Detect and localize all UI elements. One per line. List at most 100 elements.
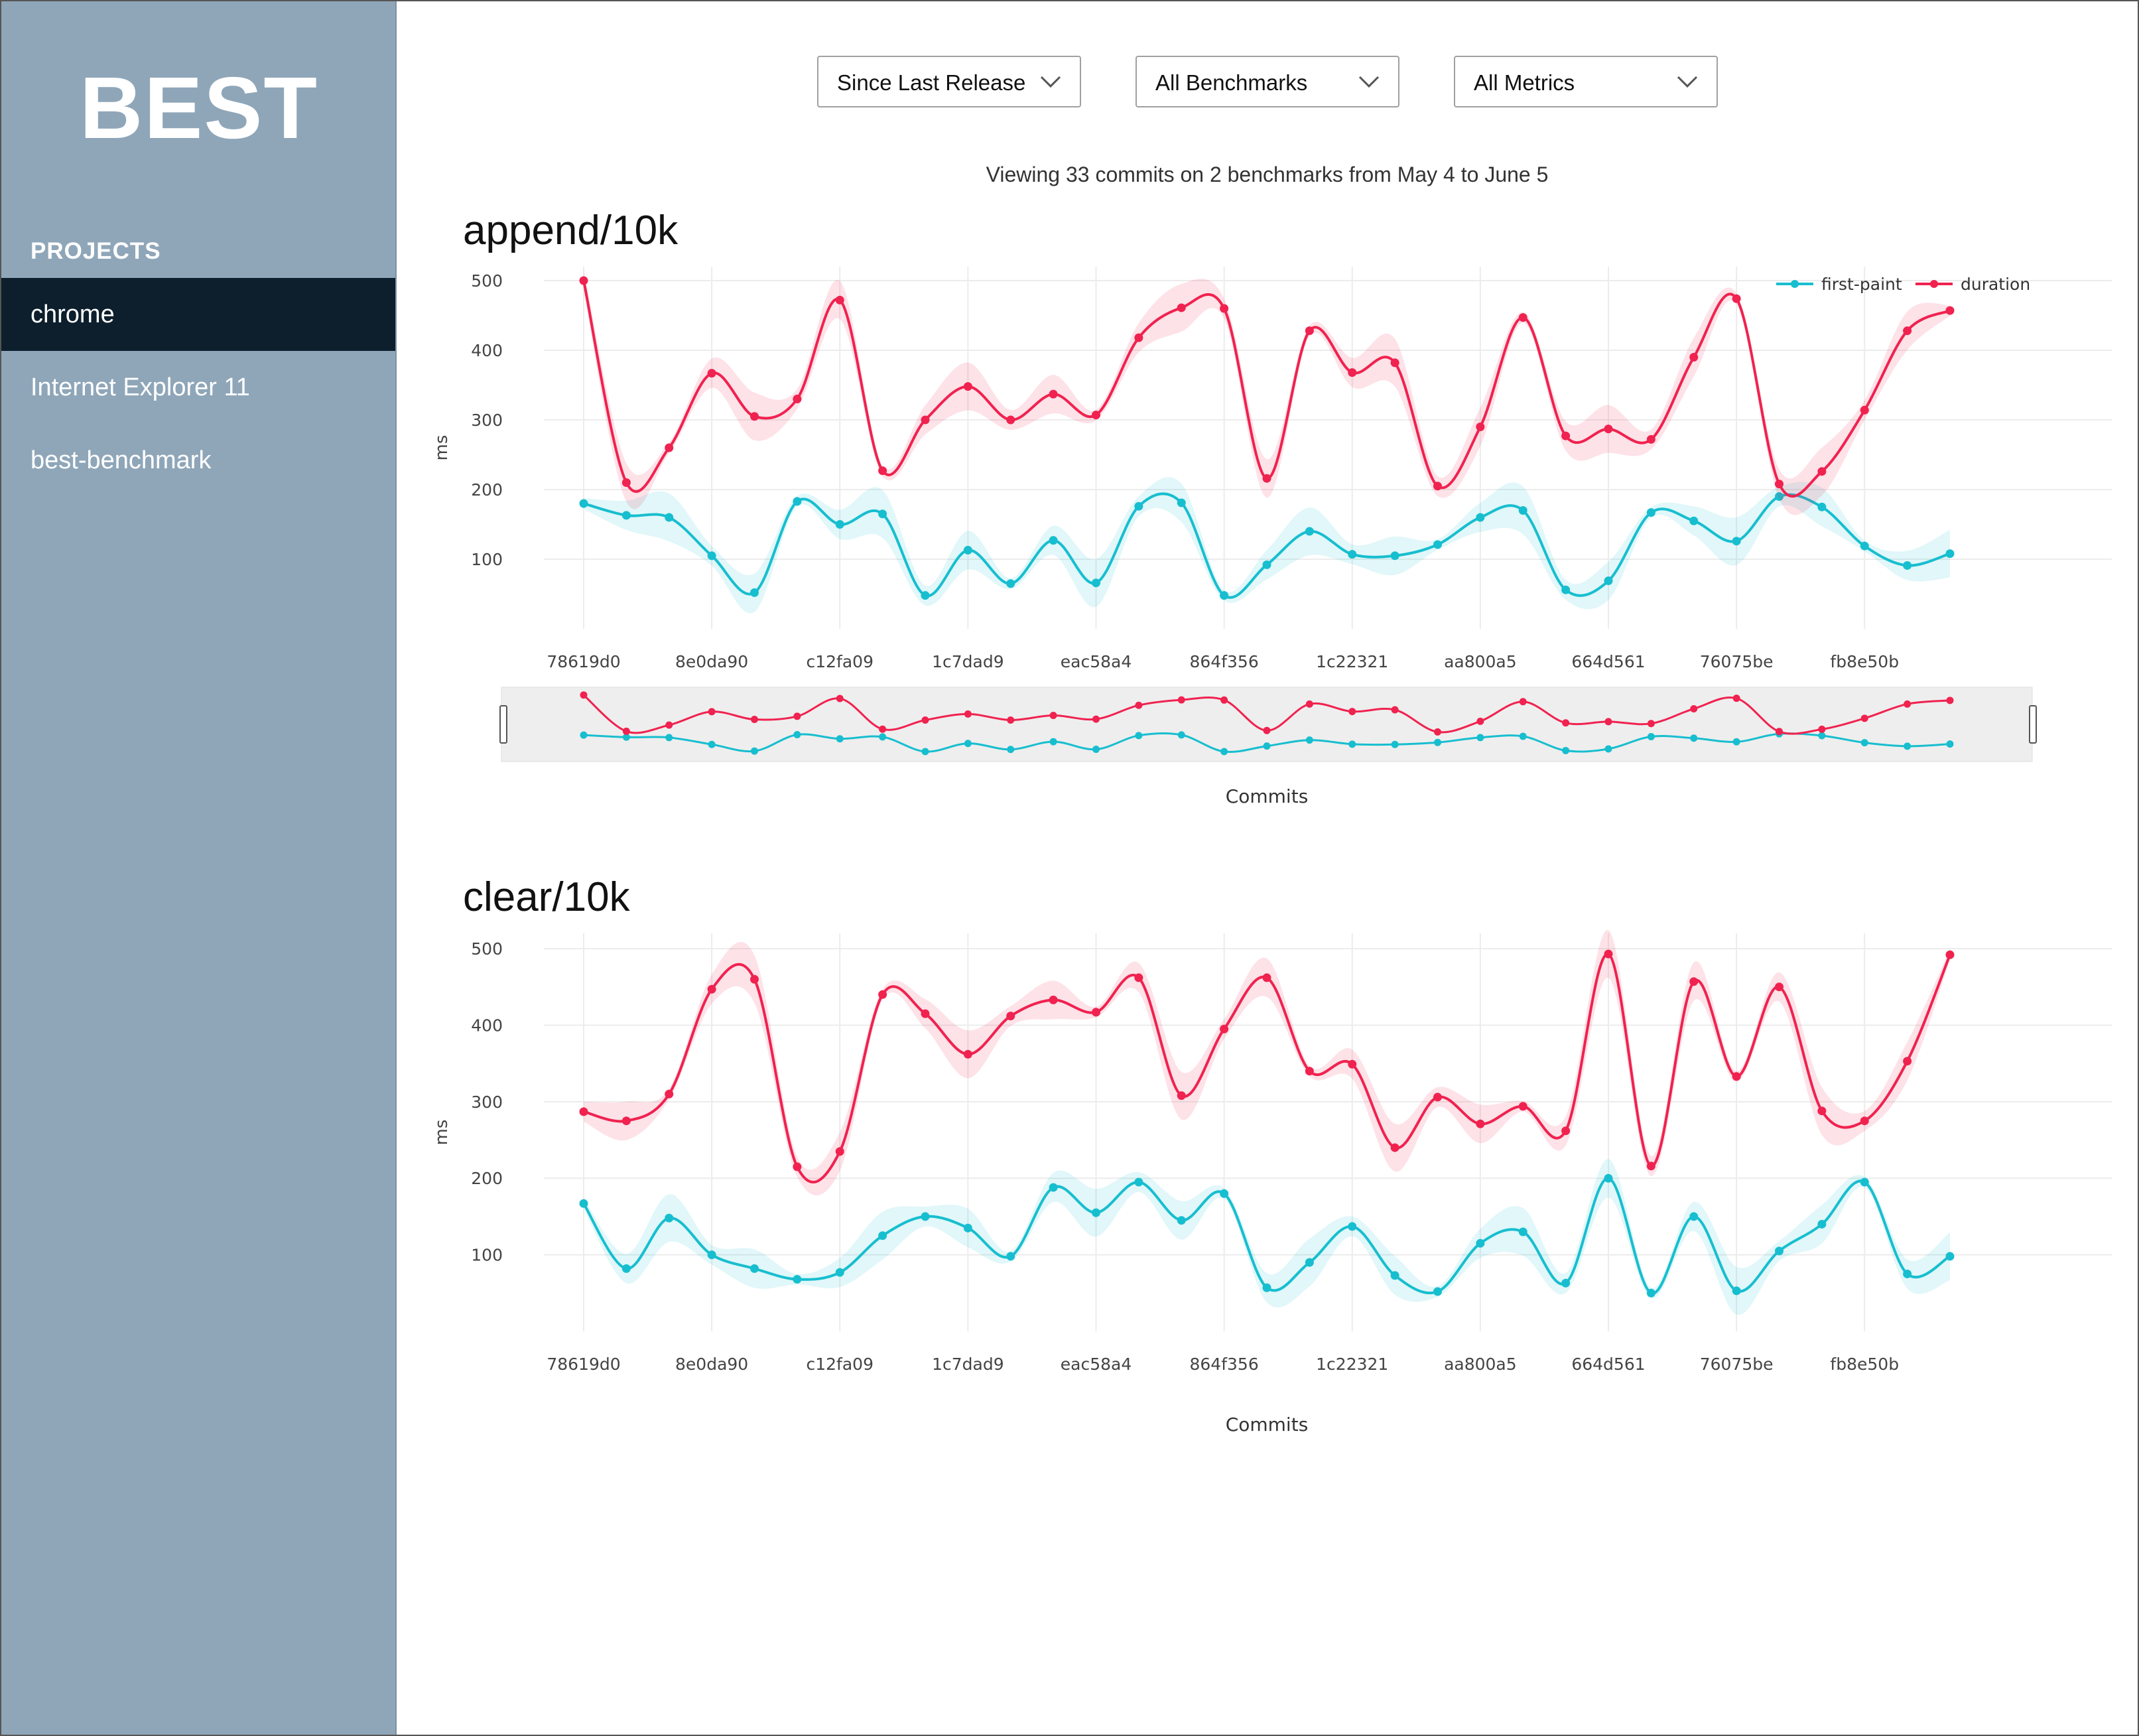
x-tick-label: 76075be xyxy=(1700,652,1774,671)
data-point xyxy=(1646,508,1655,517)
data-point xyxy=(1134,501,1143,511)
legend-marker xyxy=(1791,280,1799,288)
data-point xyxy=(1604,425,1613,434)
chevron-down-icon xyxy=(1358,76,1380,88)
x-tick-label: 1c7dad9 xyxy=(932,652,1004,671)
data-point xyxy=(878,990,887,999)
data-point xyxy=(1518,313,1527,322)
range-slider-point xyxy=(751,716,758,724)
y-tick-label: 500 xyxy=(471,271,503,291)
data-point xyxy=(1092,578,1100,588)
data-point xyxy=(1433,1287,1442,1296)
y-tick-label: 400 xyxy=(471,1016,503,1035)
data-point xyxy=(750,1264,759,1273)
data-point xyxy=(793,497,802,506)
range-slider-point xyxy=(1732,695,1740,702)
data-point xyxy=(1732,294,1741,303)
data-point xyxy=(1860,1116,1869,1126)
x-tick-label: eac58a4 xyxy=(1061,652,1132,671)
chart-title-clear: clear/10k xyxy=(463,874,630,920)
data-point xyxy=(1775,480,1783,489)
range-slider-point xyxy=(921,716,929,724)
data-point xyxy=(1305,1067,1314,1076)
data-point xyxy=(750,974,759,984)
range-slider-point xyxy=(879,733,887,741)
data-point xyxy=(1390,358,1399,367)
data-point xyxy=(1049,995,1058,1004)
project-nav: chrome Internet Explorer 11 best-benchma… xyxy=(1,278,395,497)
range-slider-point xyxy=(1476,717,1484,725)
data-point xyxy=(1177,1091,1186,1101)
range-slider-track xyxy=(501,687,2033,762)
data-point xyxy=(835,1268,844,1277)
data-point xyxy=(1348,550,1357,559)
data-point xyxy=(963,1223,972,1233)
data-point xyxy=(1476,1238,1485,1248)
range-select[interactable]: Since Last Release xyxy=(817,56,1081,107)
x-tick-label: 664d561 xyxy=(1571,1355,1645,1374)
chart-grid xyxy=(544,267,2112,629)
data-point xyxy=(1348,368,1357,377)
range-slider-point xyxy=(1348,740,1356,748)
data-point xyxy=(921,1009,930,1018)
data-point xyxy=(621,511,631,520)
data-point xyxy=(1903,1269,1912,1278)
range-slider-point xyxy=(1092,746,1100,754)
data-point xyxy=(1646,1288,1655,1298)
data-point xyxy=(1903,1057,1912,1066)
range-slider-point xyxy=(836,695,844,702)
x-tick-label: 8e0da90 xyxy=(675,1355,748,1374)
data-point xyxy=(1220,1024,1229,1034)
metrics-select[interactable]: All Metrics xyxy=(1454,56,1718,107)
range-slider-point xyxy=(1776,728,1783,736)
data-point xyxy=(1134,1177,1143,1187)
data-point xyxy=(621,1116,631,1126)
x-tick-label: 664d561 xyxy=(1571,652,1645,671)
chart-clear-10k[interactable]: 100 200 300 400 500 ms 78619d0 8e0da90 c12fa09 1c… xyxy=(397,920,2138,1444)
data-point xyxy=(793,395,802,403)
x-tick-label: 864f356 xyxy=(1190,1355,1259,1374)
benchmarks-select[interactable]: All Benchmarks xyxy=(1135,56,1399,107)
range-slider-point xyxy=(665,721,673,729)
data-point xyxy=(963,1049,972,1059)
range-slider-point xyxy=(1434,728,1441,736)
data-point xyxy=(1604,1173,1613,1183)
sidebar-item-internet-explorer-11[interactable]: Internet Explorer 11 xyxy=(1,351,395,424)
range-slider-point xyxy=(1946,697,1954,704)
data-point xyxy=(1262,560,1271,569)
series-duration xyxy=(579,271,1955,515)
data-point xyxy=(1561,1126,1571,1136)
range-slider-point xyxy=(879,725,887,733)
data-point xyxy=(1561,585,1571,594)
legend-label-first-paint: first-paint xyxy=(1821,275,1902,294)
series-first-paint xyxy=(579,1159,1955,1315)
chart-append-10k[interactable]: 100 200 300 400 500 ms 78619d0 8e0da90 c12fa09 1c… xyxy=(397,253,2138,824)
range-slider-point xyxy=(708,740,716,748)
summary-text: Viewing 33 commits on 2 benchmarks from … xyxy=(986,163,1549,186)
range-slider xyxy=(499,687,2037,762)
data-point xyxy=(963,545,972,555)
data-point xyxy=(707,984,716,994)
data-point xyxy=(1689,353,1699,362)
data-point xyxy=(1177,1216,1186,1225)
data-point xyxy=(878,509,887,519)
sidebar-item-best-benchmark[interactable]: best-benchmark xyxy=(1,424,395,497)
range-slider-point xyxy=(1391,740,1399,748)
range-slider-point xyxy=(1135,732,1143,740)
range-slider-point xyxy=(1647,720,1655,728)
range-slider-point xyxy=(1177,731,1185,739)
range-slider-point xyxy=(793,712,801,720)
data-point xyxy=(665,1089,674,1099)
data-point xyxy=(1518,1227,1527,1236)
data-point xyxy=(1518,1102,1527,1111)
data-point xyxy=(1817,467,1827,476)
y-tick-label: 400 xyxy=(471,341,503,360)
x-tick-label: c12fa09 xyxy=(807,1355,874,1374)
data-point xyxy=(1220,591,1229,600)
x-tick-label: eac58a4 xyxy=(1061,1355,1132,1374)
app-window: BEST PROJECTS chrome Internet Explorer 1… xyxy=(0,0,2139,1736)
data-point xyxy=(878,466,887,476)
range-slider-point xyxy=(1690,705,1698,712)
sidebar-item-chrome[interactable]: chrome xyxy=(1,278,395,351)
range-slider-point xyxy=(1305,736,1313,744)
